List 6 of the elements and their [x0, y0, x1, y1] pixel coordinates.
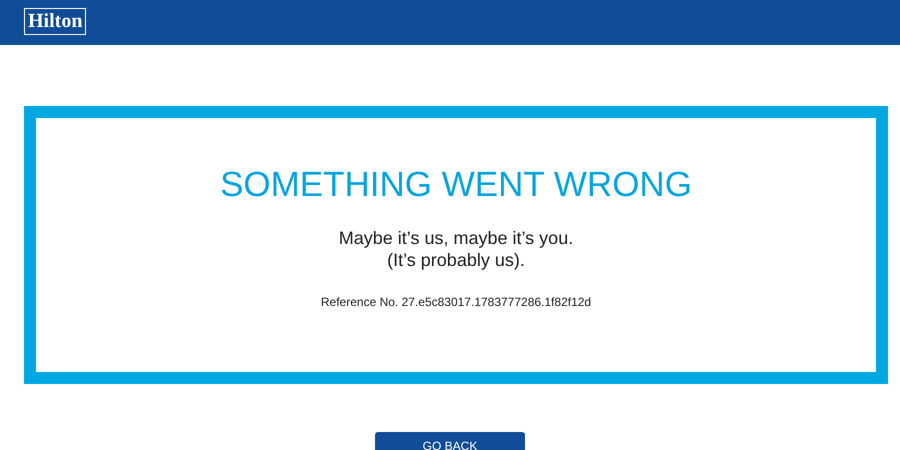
hilton-logo[interactable]: Hilton — [24, 8, 86, 35]
error-title: SOMETHING WENT WRONG — [220, 165, 692, 205]
go-back-button[interactable]: GO BACK — [375, 432, 525, 450]
error-message: Maybe it’s us, maybe it’s you. — [338, 227, 574, 249]
reference-number: Reference No. 27.e5c83017.1783777286.1f82f12d — [320, 295, 592, 309]
error-message: (It’s probably us). — [387, 249, 525, 271]
